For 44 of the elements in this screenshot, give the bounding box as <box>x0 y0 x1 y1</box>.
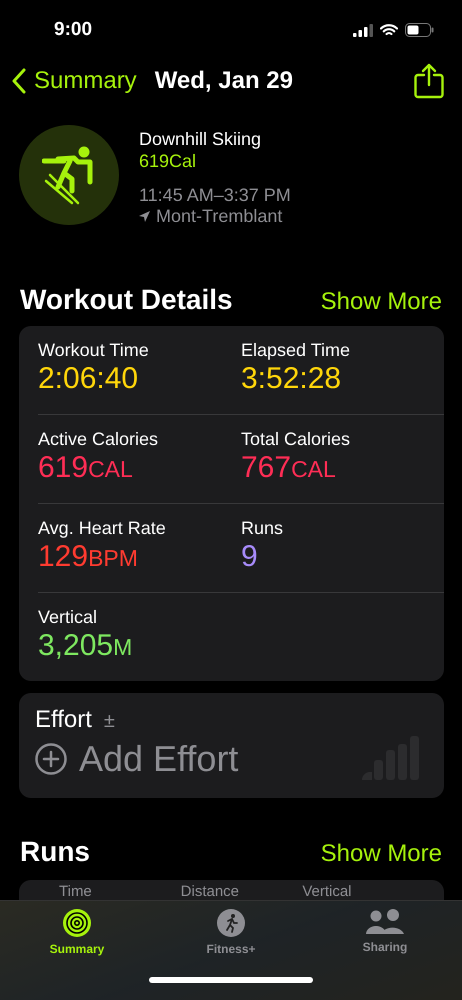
share-icon[interactable] <box>414 63 444 99</box>
signal-icon <box>353 24 373 36</box>
metric-value: 767CAL <box>241 450 337 486</box>
location-text: Mont-Tremblant <box>156 206 282 227</box>
section-title: Workout Details <box>20 284 233 316</box>
metric-label: Elapsed Time <box>241 340 352 361</box>
back-button[interactable]: Summary <box>12 67 137 95</box>
calories-text: 619Cal <box>139 151 198 172</box>
metric-value: 3:52:28 <box>241 361 342 397</box>
rings-icon <box>63 909 91 937</box>
metric-value: 129BPM <box>38 539 139 575</box>
show-more-link[interactable]: Show More <box>320 840 442 868</box>
battery-icon <box>405 23 434 37</box>
metric-label: Runs <box>241 518 284 539</box>
tab[interactable]: Fitness+ <box>154 909 308 956</box>
column-header: Distance <box>180 882 240 902</box>
time-range: 11:45 AM–3:37 PM <box>139 185 291 206</box>
plus-circle-icon <box>35 743 67 775</box>
chevron-left-icon <box>12 68 26 94</box>
metric-value: 619CAL <box>38 450 134 486</box>
tab[interactable]: Summary <box>0 909 154 956</box>
metric-label: Active Calories <box>38 429 160 450</box>
column-header: Vertical <box>302 882 353 902</box>
metric-value: 3,205M <box>38 628 134 664</box>
column-header: Time <box>59 882 93 902</box>
effort-title: Effort <box>35 706 92 734</box>
date-title: Wed, Jan 29 <box>154 67 294 95</box>
people-icon <box>366 909 404 935</box>
metric-label: Vertical <box>38 607 98 628</box>
metric-label: Total Calories <box>241 429 352 450</box>
runner-icon <box>217 909 245 937</box>
clock: 9:00 <box>54 19 92 41</box>
add-effort-button[interactable]: Add Effort <box>35 738 238 780</box>
tab[interactable]: Sharing <box>308 909 462 956</box>
location-arrow-icon <box>139 211 150 222</box>
wifi-icon <box>380 24 398 36</box>
section-title: Runs <box>20 836 90 868</box>
metric-label: Avg. Heart Rate <box>38 518 167 539</box>
metric-value: 2:06:40 <box>38 361 140 397</box>
metric-label: Workout Time <box>38 340 150 361</box>
metric-value: 9 <box>241 539 259 575</box>
show-more-link[interactable]: Show More <box>320 288 442 316</box>
workout-name: Downhill Skiing <box>139 129 262 150</box>
plus-minus-symbol: ± <box>104 710 115 733</box>
